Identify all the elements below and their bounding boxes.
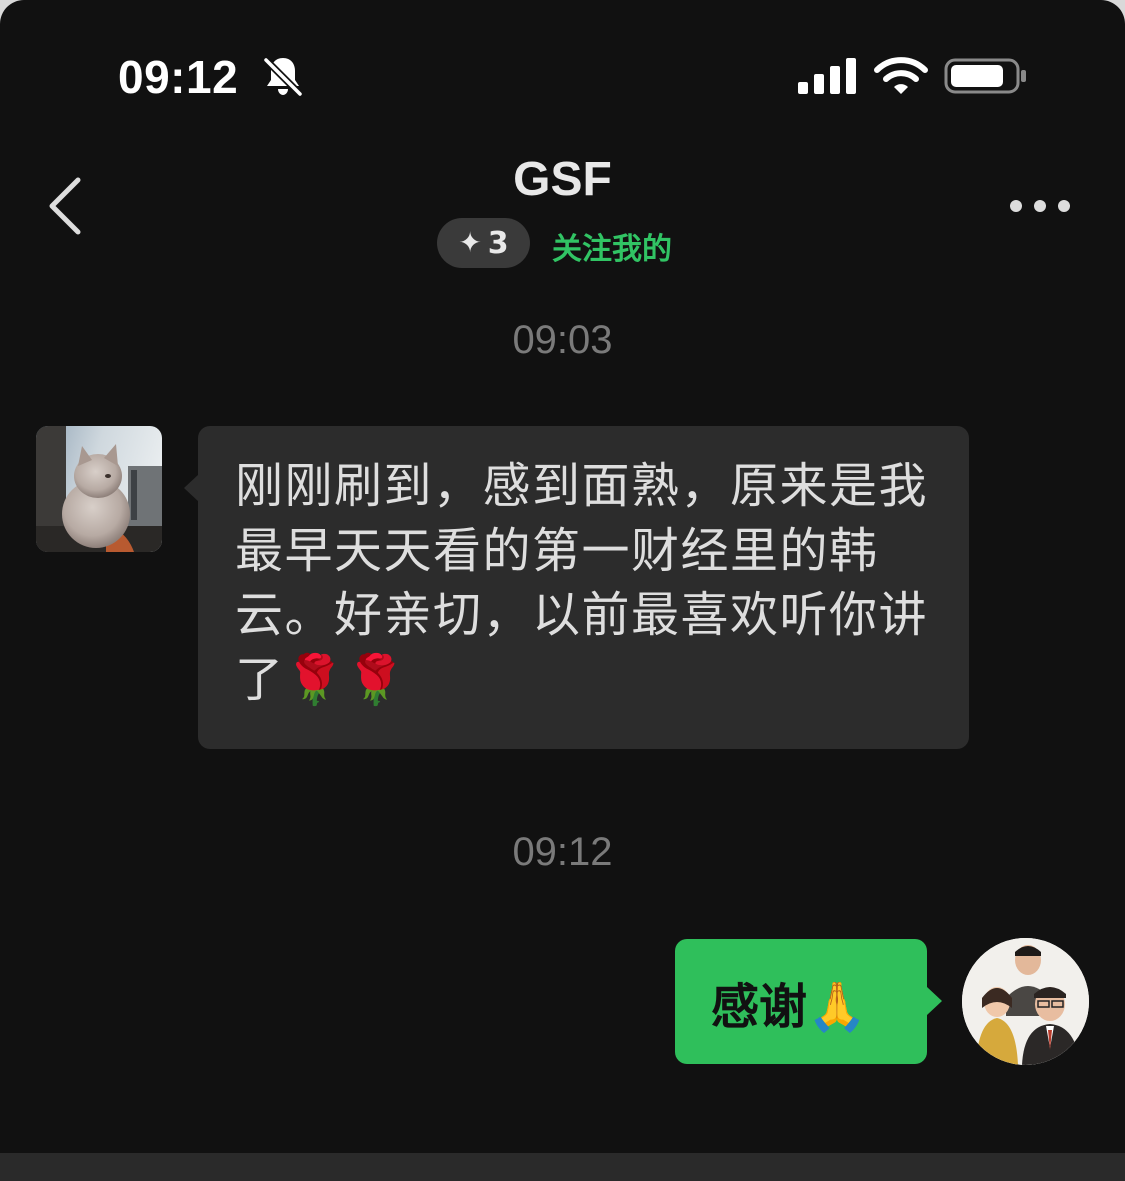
cellular-signal-icon <box>798 58 856 94</box>
status-time: 09:12 <box>118 51 239 103</box>
wifi-icon <box>874 57 928 94</box>
cat-photo-image <box>36 426 162 552</box>
battery-icon <box>944 58 1026 94</box>
chat-title: GSF <box>513 153 612 206</box>
sparkle-count: 3 <box>487 225 509 261</box>
group-photo-image <box>962 938 1089 1065</box>
sparkle-icon: ✦ <box>458 226 482 259</box>
outgoing-bubble-tail <box>927 987 942 1015</box>
bell-muted-icon <box>262 56 304 98</box>
incoming-bubble-tail <box>184 474 199 502</box>
cat-photo-avatar[interactable] <box>36 426 162 552</box>
outgoing-message-bubble[interactable]: 感谢🙏 <box>675 939 927 1064</box>
follow-status-label: 关注我的 <box>552 232 672 267</box>
bottom-input-bar <box>0 1153 1125 1181</box>
message-timestamp: 09:12 <box>512 830 613 874</box>
incoming-message-bubble[interactable]: 刚刚刷到，感到面熟，原来是我最早天天看的第一财经里的韩云。好亲切，以前最喜欢听你… <box>198 426 969 749</box>
chat-screen: 09:12 GSF ✦ 3 关注我的 09:03 刚刚刷到，感到面熟，原来是我最… <box>0 0 1125 1181</box>
message-timestamp: 09:03 <box>512 318 613 362</box>
sparkle-count-badge[interactable]: ✦ 3 <box>437 218 530 268</box>
more-icon[interactable] <box>1008 196 1072 216</box>
group-photo-avatar[interactable] <box>962 938 1089 1065</box>
